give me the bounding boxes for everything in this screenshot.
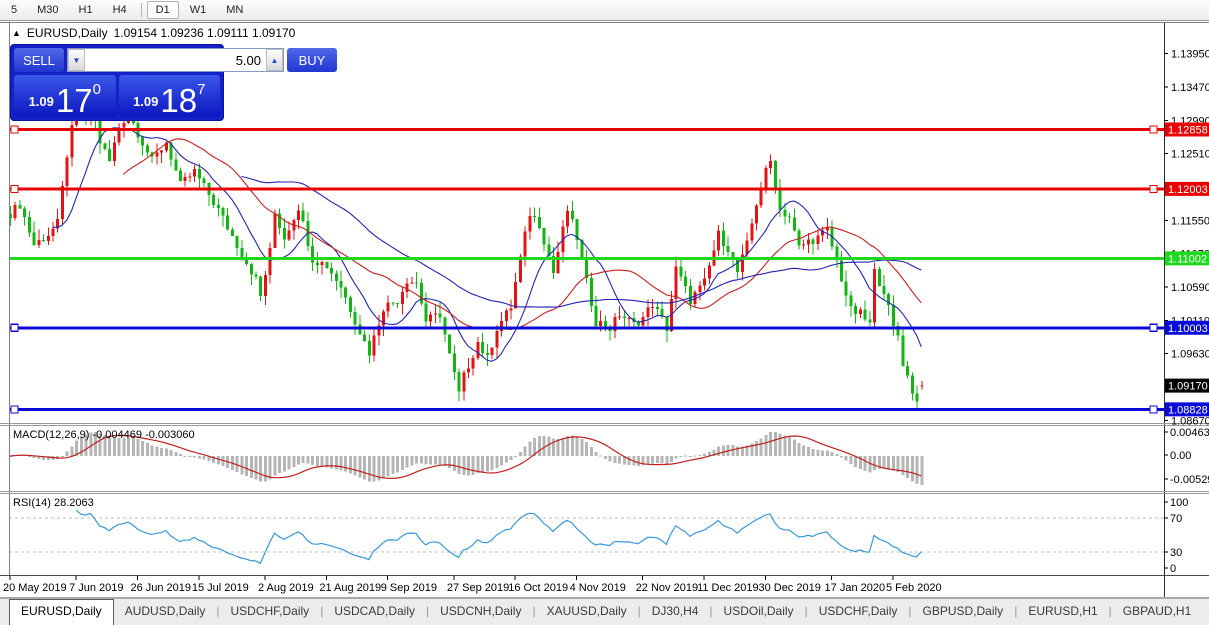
svg-text:1.10003: 1.10003	[1168, 323, 1208, 335]
chart-tab-GBPUSD-Daily[interactable]: GBPUSD,Daily	[912, 599, 1015, 625]
svg-text:1.11002: 1.11002	[1168, 253, 1207, 265]
svg-text:4 Nov 2019: 4 Nov 2019	[570, 582, 626, 594]
volume-increase-icon[interactable]: ▲	[266, 49, 283, 71]
buy-price-point: 7	[197, 81, 206, 98]
timeframe-toolbar: 5 M30 H1 H4 D1 W1 MN	[0, 0, 1209, 21]
chart-tab-EURUSD-Daily[interactable]: EURUSD,Daily	[9, 599, 114, 625]
svg-text:30: 30	[1170, 547, 1182, 559]
chart-title: ▲ EURUSD,Daily 1.09154 1.09236 1.09111 1…	[12, 26, 295, 40]
svg-text:0.00: 0.00	[1170, 450, 1191, 462]
one-click-trading-panel: SELL ▼ ▲ BUY 1.09 17 0 1.09 18 7	[10, 44, 337, 121]
volume-input[interactable]	[85, 49, 266, 71]
svg-text:0.00463: 0.00463	[1170, 427, 1209, 439]
chart-tab-GBPAUD-H1[interactable]: GBPAUD,H1	[1112, 599, 1202, 625]
svg-text:1.13470: 1.13470	[1171, 82, 1209, 94]
volume-spinner: ▼ ▲	[67, 48, 284, 72]
mt4-window: 5 M30 H1 H4 D1 W1 MN 1.13950 1.13470 1.12990 1.12…	[0, 0, 1209, 625]
chart-tab-XAUUSD-Daily[interactable]: XAUUSD,Daily	[536, 599, 638, 625]
one-click-panel-toggle-icon[interactable]: ▲	[12, 28, 21, 38]
timeframe-button-5[interactable]: 5	[2, 1, 26, 19]
svg-text:1.08670: 1.08670	[1171, 415, 1209, 427]
svg-text:15 Jul 2019: 15 Jul 2019	[192, 582, 249, 594]
svg-text:1.11550: 1.11550	[1171, 215, 1209, 227]
svg-text:1.12510: 1.12510	[1171, 149, 1209, 161]
tab-scroll-controls: ◄►	[1202, 599, 1209, 625]
buy-price-pips: 18	[160, 81, 198, 119]
chart-tab-AUDUSD-Daily[interactable]: AUDUSD,Daily	[114, 599, 217, 625]
svg-text:26 Jun 2019: 26 Jun 2019	[130, 582, 191, 594]
svg-text:0: 0	[1170, 563, 1176, 575]
timeframe-button-D1[interactable]: D1	[146, 1, 179, 19]
svg-text:11 Dec 2019: 11 Dec 2019	[697, 582, 759, 594]
svg-text:5 Feb 2020: 5 Feb 2020	[886, 582, 942, 594]
svg-text:1.13950: 1.13950	[1171, 49, 1209, 61]
svg-text:16 Oct 2019: 16 Oct 2019	[508, 582, 568, 594]
svg-text:22 Nov 2019: 22 Nov 2019	[636, 582, 698, 594]
chart-tab-USDOil-Daily[interactable]: USDOil,Daily	[713, 599, 805, 625]
chart-tab-bar: EURUSD,Daily AUDUSD,Daily | USDCHF,Daily | US…	[0, 598, 1209, 625]
sell-price-display[interactable]: 1.09 17 0	[14, 75, 116, 117]
chart-tab-DJ30-H4[interactable]: DJ30,H4	[641, 599, 710, 625]
rsi-indicator-label: RSI(14) 28.2063	[13, 497, 94, 509]
svg-text:7 Jun 2019: 7 Jun 2019	[69, 582, 123, 594]
toolbar-separator	[140, 3, 142, 17]
buy-price-base: 1.09	[133, 94, 159, 109]
svg-text:100: 100	[1170, 497, 1188, 509]
chart-tab-USDCHF-Daily[interactable]: USDCHF,Daily	[808, 599, 909, 625]
svg-text:1.09630: 1.09630	[1171, 349, 1209, 361]
svg-text:20 May 2019: 20 May 2019	[3, 582, 67, 594]
chart-tab-EURUSD-H1[interactable]: EURUSD,H1	[1017, 599, 1108, 625]
svg-text:27 Sep 2019: 27 Sep 2019	[447, 582, 509, 594]
buy-button[interactable]: BUY	[287, 48, 337, 72]
svg-text:9 Sep 2019: 9 Sep 2019	[381, 582, 437, 594]
sell-button[interactable]: SELL	[14, 48, 64, 72]
chart-tab-USDCAD-Daily[interactable]: USDCAD,Daily	[323, 599, 426, 625]
svg-text:21 Aug 2019: 21 Aug 2019	[319, 582, 381, 594]
svg-text:1.12003: 1.12003	[1168, 184, 1208, 196]
sell-price-pips: 17	[55, 81, 93, 119]
svg-text:1.10590: 1.10590	[1171, 282, 1209, 294]
sell-price-base: 1.09	[28, 94, 54, 109]
timeframe-button-MN[interactable]: MN	[217, 1, 252, 19]
timeframe-button-W1[interactable]: W1	[181, 1, 216, 19]
svg-text:70: 70	[1170, 513, 1182, 525]
macd-indicator-label: MACD(12,26,9) -0.004469 -0.003060	[13, 429, 195, 441]
svg-text:1.12858: 1.12858	[1168, 124, 1208, 136]
volume-decrease-icon[interactable]: ▼	[68, 49, 85, 71]
buy-price-display[interactable]: 1.09 18 7	[118, 75, 220, 119]
svg-text:1.08828: 1.08828	[1168, 404, 1208, 416]
timeframe-button-H4[interactable]: H4	[104, 1, 136, 19]
svg-text:-0.005299: -0.005299	[1170, 474, 1209, 486]
svg-text:1.09170: 1.09170	[1168, 381, 1208, 393]
sell-price-point: 0	[92, 81, 101, 98]
svg-text:17 Jan 2020: 17 Jan 2020	[825, 582, 886, 594]
svg-text:30 Dec 2019: 30 Dec 2019	[758, 582, 820, 594]
chart-tab-USDCHF-Daily[interactable]: USDCHF,Daily	[220, 599, 321, 625]
symbol-period-label: EURUSD,Daily	[26, 26, 108, 40]
timeframe-button-H1[interactable]: H1	[70, 1, 102, 19]
chart-tab-USDCNH-Daily[interactable]: USDCNH,Daily	[429, 599, 532, 625]
svg-text:2 Aug 2019: 2 Aug 2019	[258, 582, 314, 594]
timeframe-button-M30[interactable]: M30	[28, 1, 67, 19]
ohlc-values: 1.09154 1.09236 1.09111 1.09170	[113, 26, 296, 40]
